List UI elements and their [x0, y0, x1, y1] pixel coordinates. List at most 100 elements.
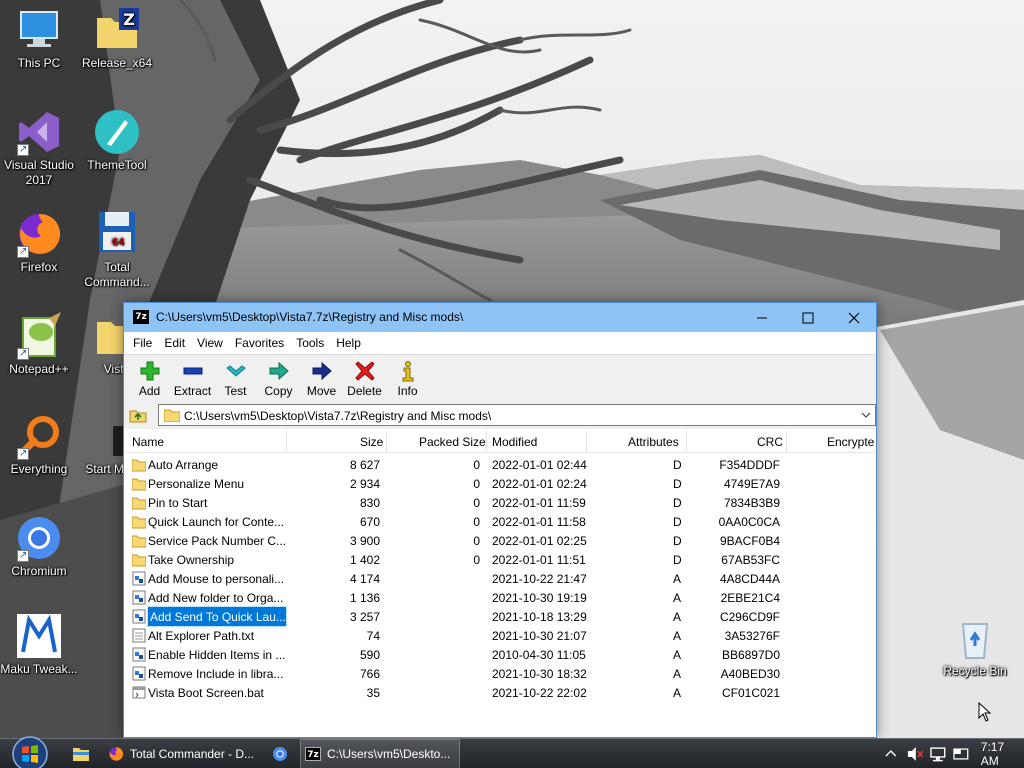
table-row[interactable]: Pin to Start 830 0 2022-01-01 11:59 D 7834B3B… [124, 493, 876, 512]
maximize-button[interactable] [785, 303, 831, 332]
file-name: Take Ownership [148, 553, 235, 567]
menu-view[interactable]: View [191, 336, 229, 350]
action-center-icon[interactable] [953, 746, 969, 762]
desktop-icon-label: Firefox [20, 260, 58, 274]
menu-favorites[interactable]: Favorites [229, 336, 290, 350]
folder-icon [132, 516, 146, 529]
start-orb-icon[interactable] [10, 734, 50, 768]
table-row[interactable]: Take Ownership 1 402 0 2022-01-01 11:51 D 67A… [124, 550, 876, 569]
desktop-icon-maku-tweaker[interactable]: Maku Tweak... [0, 612, 78, 677]
table-row[interactable]: Add New folder to Orga... 1 136 2021-10-30… [124, 588, 876, 607]
copy-button[interactable]: Copy [257, 355, 300, 402]
column-header-name[interactable]: Name [132, 435, 164, 449]
file-size: 35 [366, 686, 380, 700]
desktop-icon-release-x64[interactable]: Z Release_x64 [78, 6, 156, 71]
file-crc: 3A53276F [724, 629, 780, 643]
file-size: 670 [359, 515, 380, 529]
table-row[interactable]: Vista Boot Screen.bat 35 2021-10-22 22:02 A… [124, 683, 876, 702]
file-modified: 2021-10-30 18:32 [492, 667, 587, 681]
file-attributes: A [673, 667, 682, 681]
firefox-icon [109, 747, 124, 761]
menu-tools[interactable]: Tools [290, 336, 330, 350]
table-row[interactable]: Alt Explorer Path.txt 74 2021-10-30 21:07 A… [124, 626, 876, 645]
taskbar-total-commander[interactable]: Total Commander - D... [104, 739, 260, 768]
delete-x-icon [354, 361, 375, 381]
file-name: Auto Arrange [148, 458, 219, 472]
file-size: 2 934 [349, 477, 380, 491]
menu-help[interactable]: Help [330, 336, 367, 350]
column-header-attributes[interactable]: Attributes [628, 435, 679, 449]
table-row[interactable]: Quick Launch for Conte... 670 0 2022-01-01 … [124, 512, 876, 531]
close-button[interactable] [831, 303, 877, 332]
folder-icon [164, 409, 180, 422]
delete-button[interactable]: Delete [343, 355, 386, 402]
column-header-encrypted[interactable]: Encrypte [827, 435, 874, 449]
address-bar[interactable]: C:\Users\vm5\Desktop\Vista7.7z\Registry … [158, 404, 876, 426]
column-header-packed-size[interactable]: Packed Size [419, 435, 486, 449]
file-size: 830 [359, 496, 380, 510]
extract-label: Extract [173, 384, 212, 398]
speaker-muted-icon[interactable] [906, 746, 924, 762]
folder-archive-icon: Z [97, 8, 139, 48]
file-crc: BB6897D0 [721, 648, 780, 662]
file-attributes: A [673, 629, 682, 643]
file-modified: 2022-01-01 11:51 [492, 553, 586, 567]
network-icon[interactable] [929, 746, 947, 762]
taskbar-7zip[interactable]: 7z C:\Users\vm5\Deskto... [300, 739, 460, 768]
test-button[interactable]: Test [214, 355, 257, 402]
computer-icon [20, 11, 58, 47]
column-header-size[interactable]: Size [360, 435, 383, 449]
menu-file[interactable]: File [127, 336, 158, 350]
add-label: Add [138, 384, 161, 398]
minimize-button[interactable] [739, 303, 785, 332]
up-folder-icon[interactable] [129, 407, 147, 423]
move-arrow-icon [312, 361, 332, 381]
taskbar-file-explorer[interactable] [68, 739, 94, 768]
column-header-crc[interactable]: CRC [757, 435, 783, 449]
desktop-icon-themetool[interactable]: ThemeTool [78, 108, 156, 173]
table-row[interactable]: Personalize Menu 2 934 0 2022-01-01 02:24 D 4… [124, 474, 876, 493]
table-row[interactable]: Add Send To Quick Lau... 3 257 2021-10-18 … [124, 606, 876, 627]
table-row[interactable]: Auto Arrange 8 627 0 2022-01-01 02:44 D F354D… [124, 455, 876, 474]
table-row[interactable]: Enable Hidden Items in ... 590 2010-04-30 … [124, 645, 876, 664]
window-titlebar[interactable]: 7z C:\Users\vm5\Desktop\Vista7.7z\Regist… [124, 303, 876, 332]
add-button[interactable]: Add [128, 355, 171, 402]
registry-file-icon [132, 666, 146, 681]
folder-icon [132, 554, 146, 567]
extract-button[interactable]: Extract [171, 355, 214, 402]
file-modified: 2022-01-01 02:25 [492, 534, 587, 548]
desktop-icon-label: Total Command... [84, 260, 150, 289]
table-row[interactable]: Remove Include in libra... 766 2021-10-30 … [124, 664, 876, 683]
file-modified: 2021-10-30 19:19 [492, 591, 587, 605]
file-list[interactable]: Name Size Packed Size Modified Attribute… [124, 431, 876, 737]
clock[interactable]: 7:17 AM [981, 740, 1024, 768]
file-attributes: A [673, 572, 682, 586]
table-row[interactable]: Service Pack Number C... 3 900 0 2022-01-01… [124, 531, 876, 550]
file-name: Pin to Start [148, 496, 208, 510]
table-row[interactable]: Add Mouse to personali... 4 174 2021-10-22… [124, 569, 876, 588]
file-modified: 2021-10-22 21:47 [492, 572, 587, 586]
batch-file-icon [132, 686, 146, 699]
desktop-icon-this-pc[interactable]: This PC [0, 6, 78, 71]
file-name: Service Pack Number C... [148, 534, 287, 548]
test-check-icon [225, 365, 246, 377]
desktop-icon-chromium[interactable]: Chromium [0, 514, 78, 579]
desktop-icon-firefox[interactable]: Firefox [0, 210, 78, 275]
column-header-modified[interactable]: Modified [492, 435, 537, 449]
desktop-icon-notepadpp[interactable]: Notepad++ [0, 312, 78, 377]
desktop-icon-total-commander[interactable]: 64 Total Command... [78, 210, 156, 290]
file-attributes: A [673, 686, 682, 700]
move-button[interactable]: Move [300, 355, 343, 402]
desktop-icon-everything[interactable]: Everything [0, 412, 78, 477]
total-commander-icon: 64 [99, 212, 135, 252]
toolbar: Add Extract Test Copy Move Delete Info [124, 354, 876, 402]
taskbar-item-label: Total Commander - D... [130, 747, 255, 761]
info-button[interactable]: Info [386, 355, 429, 402]
taskbar-chromium[interactable] [266, 739, 296, 768]
chevron-up-icon[interactable] [884, 747, 898, 761]
desktop-icon-recycle-bin[interactable]: Recycle Bin [936, 614, 1014, 679]
menu-edit[interactable]: Edit [158, 336, 191, 350]
chevron-down-icon[interactable] [860, 409, 872, 421]
desktop-icon-visual-studio[interactable]: Visual Studio 2017 [0, 108, 78, 188]
chromium-icon [273, 747, 287, 761]
